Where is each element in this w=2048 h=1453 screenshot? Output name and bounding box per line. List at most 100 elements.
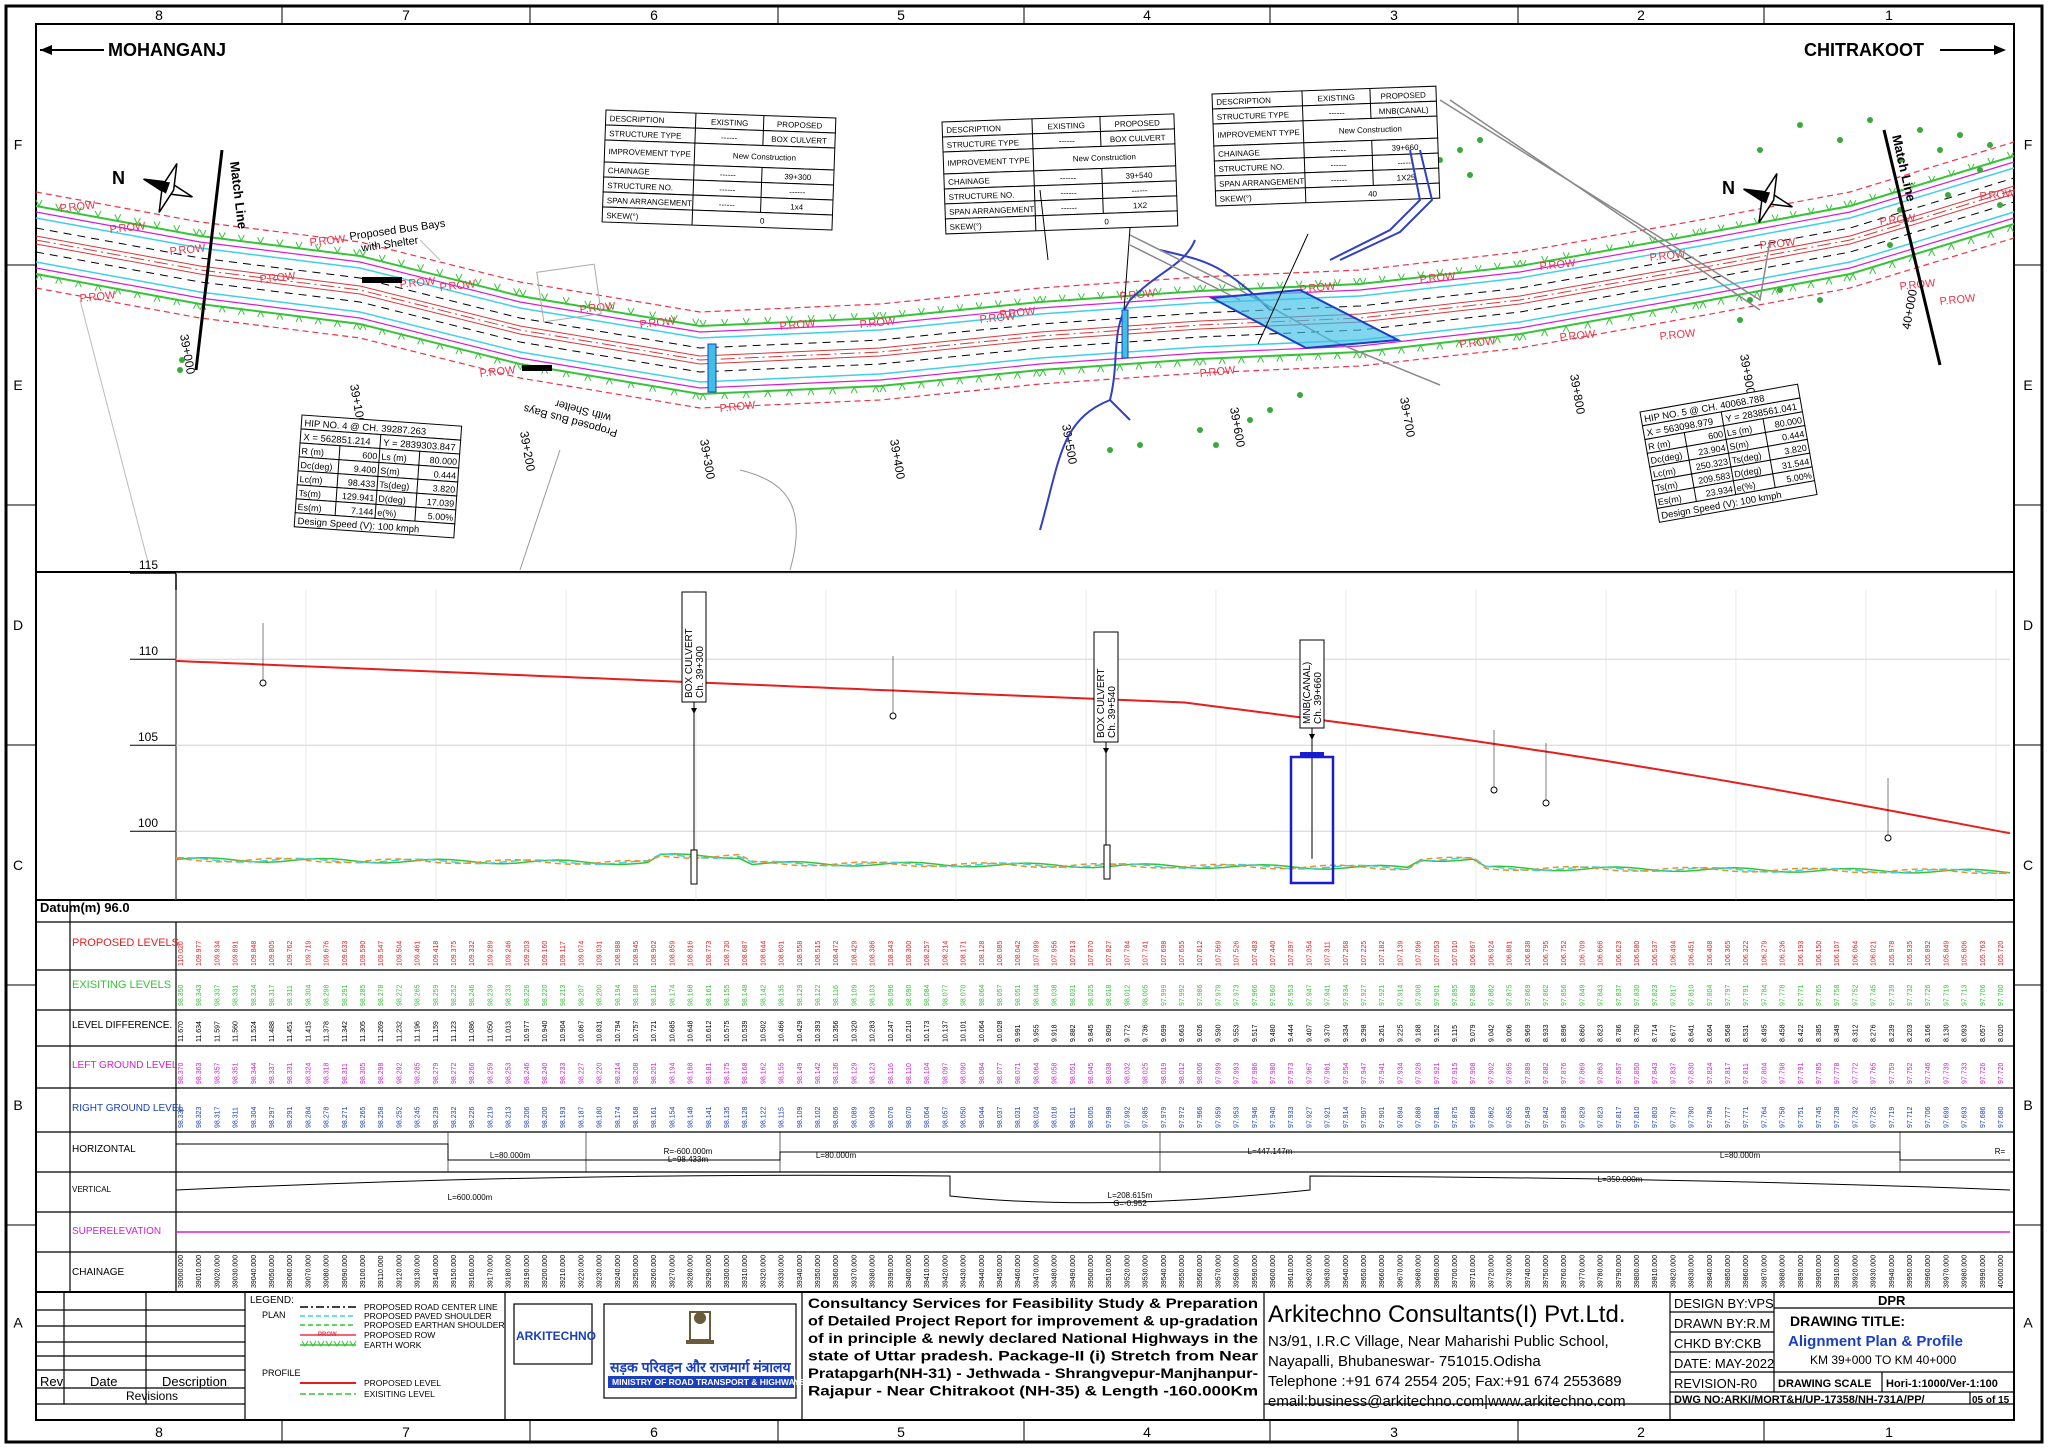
svg-text:11.305: 11.305 xyxy=(360,1021,367,1042)
svg-text:98.044: 98.044 xyxy=(1033,984,1040,1006)
svg-text:10.831: 10.831 xyxy=(597,1020,604,1042)
svg-text:98.219: 98.219 xyxy=(487,1106,494,1128)
legend-title: LEGEND: xyxy=(250,1295,294,1306)
row-label: P.ROW xyxy=(79,289,117,305)
svg-text:98.071: 98.071 xyxy=(1015,1062,1022,1084)
profile-y-tick: 100 xyxy=(138,816,158,830)
svg-text:109.977: 109.977 xyxy=(196,941,203,966)
svg-text:39780.000: 39780.000 xyxy=(1598,1255,1605,1288)
svg-text:11.013: 11.013 xyxy=(506,1021,513,1042)
svg-text:98.109: 98.109 xyxy=(797,1106,804,1128)
svg-text:98.128: 98.128 xyxy=(742,1106,749,1128)
tree-icon xyxy=(177,367,183,373)
structure-table: DESCRIPTION EXISTING PROPOSEDSTRUCTURE TYP… xyxy=(941,113,1179,235)
svg-text:39710.000: 39710.000 xyxy=(1470,1255,1477,1288)
svg-text:98.051: 98.051 xyxy=(1015,984,1022,1006)
grid-col-top: 4 xyxy=(1143,7,1151,23)
svg-text:98.044: 98.044 xyxy=(979,1106,986,1128)
svg-text:98.233: 98.233 xyxy=(506,984,513,1006)
svg-text:10.940: 10.940 xyxy=(542,1020,549,1042)
svg-text:105.806: 105.806 xyxy=(1962,941,1969,966)
svg-text:8.203: 8.203 xyxy=(1907,1024,1914,1042)
svg-text:97.700: 97.700 xyxy=(1998,984,2005,1006)
svg-text:108.128: 108.128 xyxy=(979,941,986,966)
svg-text:39390.000: 39390.000 xyxy=(888,1255,895,1288)
row-label: P.ROW xyxy=(639,315,677,331)
svg-text:97.842: 97.842 xyxy=(1543,1106,1550,1128)
row-label: P.ROW xyxy=(1659,327,1697,343)
legend-item: PROPOSED EARTHAN SHOULDER xyxy=(364,1320,505,1330)
svg-text:107.526: 107.526 xyxy=(1234,941,1241,966)
svg-text:97.895: 97.895 xyxy=(1507,1062,1514,1084)
band-vertical: VERTICAL xyxy=(72,1185,112,1194)
svg-text:39760.000: 39760.000 xyxy=(1561,1255,1568,1288)
svg-text:39850.000: 39850.000 xyxy=(1725,1255,1732,1288)
svg-text:105.763: 105.763 xyxy=(1980,941,1987,966)
legend-plan: PLAN xyxy=(262,1310,286,1320)
svg-text:1X2: 1X2 xyxy=(1133,201,1148,211)
svg-text:9.006: 9.006 xyxy=(1507,1024,1514,1042)
svg-text:98.357: 98.357 xyxy=(214,1062,221,1084)
svg-text:9.115: 9.115 xyxy=(1452,1025,1459,1042)
svg-text:98.324: 98.324 xyxy=(251,984,258,1006)
svg-text:107.870: 107.870 xyxy=(1088,941,1095,966)
svg-text:8.130: 8.130 xyxy=(1943,1024,1950,1042)
svg-text:11.524: 11.524 xyxy=(251,1021,258,1042)
svg-text:39630.000: 39630.000 xyxy=(1325,1255,1332,1288)
svg-text:97.713: 97.713 xyxy=(1962,984,1969,1006)
svg-text:108.859: 108.859 xyxy=(669,941,676,966)
svg-text:PROPOSED: PROPOSED xyxy=(1114,118,1160,129)
svg-text:10.575: 10.575 xyxy=(724,1020,731,1042)
svg-text:97.765: 97.765 xyxy=(1871,1062,1878,1084)
svg-text:97.953: 97.953 xyxy=(1234,1106,1241,1128)
svg-text:10.028: 10.028 xyxy=(997,1020,1004,1042)
svg-text:106.838: 106.838 xyxy=(1525,941,1532,966)
svg-text:106.709: 106.709 xyxy=(1579,941,1586,966)
svg-text:11.670: 11.670 xyxy=(178,1021,185,1042)
svg-text:10.210: 10.210 xyxy=(906,1020,913,1042)
svg-text:8.458: 8.458 xyxy=(1780,1024,1787,1042)
svg-text:98.272: 98.272 xyxy=(396,984,403,1006)
horizontal-mark: L=98.433m xyxy=(668,1155,709,1164)
vip-marker xyxy=(259,679,267,687)
svg-text:39190.000: 39190.000 xyxy=(524,1255,531,1288)
svg-text:39540.000: 39540.000 xyxy=(1161,1255,1168,1288)
plan-chainage-label: 40+000 xyxy=(1899,288,1920,331)
legend-item: PROPOSED ROW xyxy=(364,1330,435,1340)
svg-text:39290.000: 39290.000 xyxy=(706,1255,713,1288)
svg-text:98.154: 98.154 xyxy=(669,1106,676,1128)
svg-text:39030.000: 39030.000 xyxy=(233,1255,240,1288)
svg-text:39900.000: 39900.000 xyxy=(1816,1255,1823,1288)
svg-text:98.213: 98.213 xyxy=(506,1106,513,1128)
svg-text:98.012: 98.012 xyxy=(1179,1062,1186,1084)
svg-text:39690.000: 39690.000 xyxy=(1434,1255,1441,1288)
row-label: P.ROW xyxy=(1539,257,1577,273)
drawn-by: DRAWN BY:R.M xyxy=(1674,1316,1770,1331)
plan-chainage-label: 39+700 xyxy=(1397,396,1418,439)
svg-text:9.370: 9.370 xyxy=(1325,1024,1332,1042)
svg-text:98.239: 98.239 xyxy=(487,984,494,1006)
svg-text:------: ------ xyxy=(1331,175,1348,185)
svg-text:97.771: 97.771 xyxy=(1743,1106,1750,1128)
svg-text:39700.000: 39700.000 xyxy=(1452,1255,1459,1288)
legend-profile-item: EXISITING LEVEL xyxy=(364,1389,435,1399)
svg-text:39430.000: 39430.000 xyxy=(961,1255,968,1288)
horizontal-mark: L=80.000m xyxy=(1720,1151,1761,1160)
svg-text:98.297: 98.297 xyxy=(269,1106,276,1128)
svg-text:39510.000: 39510.000 xyxy=(1106,1255,1113,1288)
svg-text:109.332: 109.332 xyxy=(469,941,476,966)
svg-text:------: ------ xyxy=(719,185,736,195)
tree-icon xyxy=(1213,442,1219,448)
tree-icon xyxy=(1757,147,1763,153)
vertical-mark: L=350.000m xyxy=(1598,1175,1643,1184)
svg-text:10.757: 10.757 xyxy=(633,1020,640,1042)
svg-text:98.084: 98.084 xyxy=(924,984,931,1006)
project-description-line: Pratapgarh(NH-31) - Jethwada - Shrangvep… xyxy=(808,1366,1258,1382)
svg-text:97.759: 97.759 xyxy=(1889,1062,1896,1084)
vip-marker xyxy=(1490,786,1498,794)
svg-text:97.908: 97.908 xyxy=(1470,1062,1477,1084)
svg-text:98.323: 98.323 xyxy=(196,1106,203,1128)
svg-text:97.738: 97.738 xyxy=(1834,1106,1841,1128)
svg-text:98.220: 98.220 xyxy=(597,1062,604,1084)
svg-text:39360.000: 39360.000 xyxy=(833,1255,840,1288)
